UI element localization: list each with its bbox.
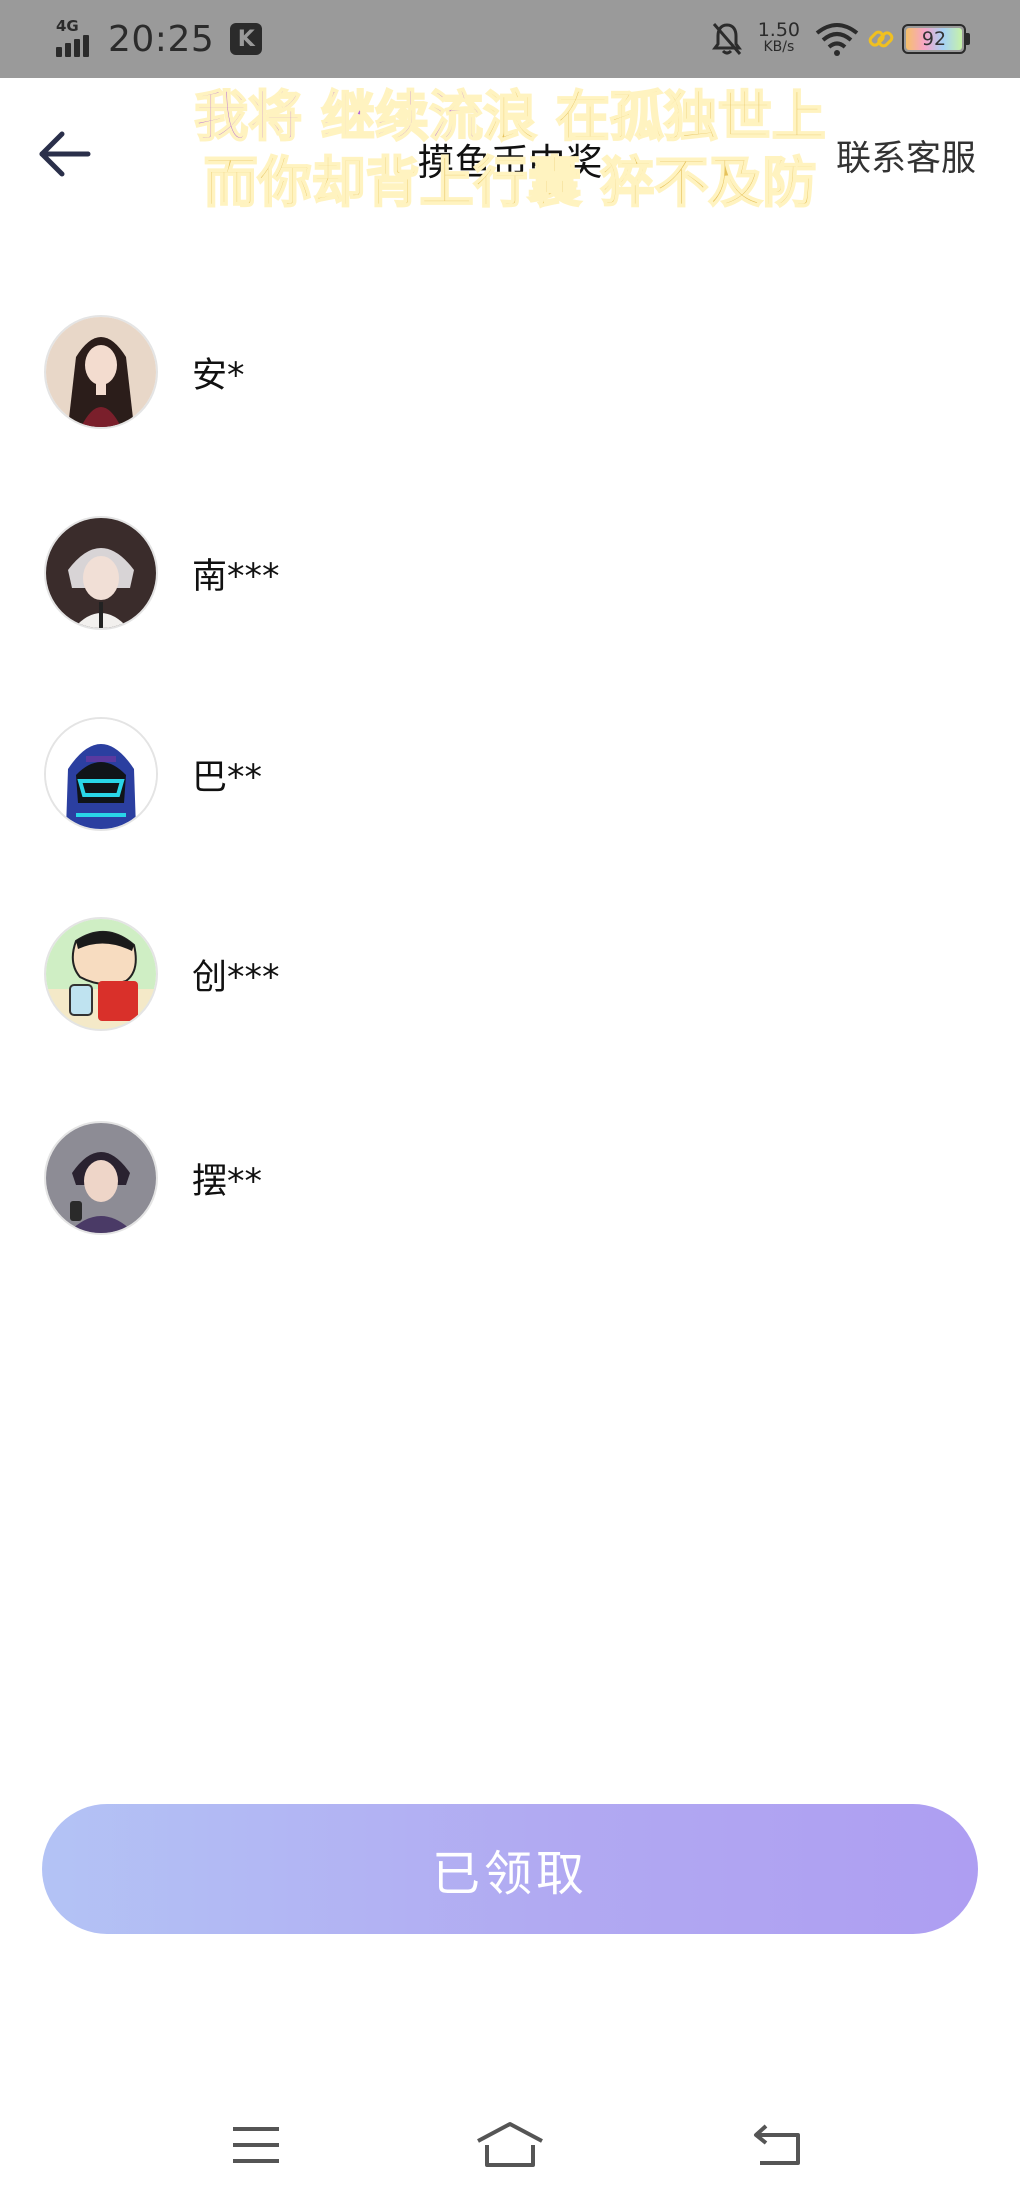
back-nav-button[interactable] — [738, 2110, 818, 2180]
clock: 20:25 — [108, 18, 215, 60]
home-button[interactable] — [470, 2110, 550, 2180]
status-left: 4G 20:25 K — [54, 18, 263, 60]
list-item: 巴** — [0, 709, 1020, 839]
network-speed: 1.50 KB/s — [757, 19, 800, 56]
mute-bell-icon — [711, 23, 742, 55]
battery-level: 92 — [906, 28, 962, 50]
status-right: 1.50 KB/s 92 — [710, 16, 970, 62]
winner-name: 南*** — [192, 556, 280, 597]
battery-icon: 92 — [902, 24, 970, 54]
status-bar: 4G 20:25 K 1.50 KB/s 92 — [0, 0, 1020, 78]
avatar-dark-hair-boy — [46, 1123, 156, 1233]
claimed-button[interactable]: 已领取 — [42, 1804, 978, 1934]
network-type: 4G — [56, 17, 79, 35]
winner-name: 安* — [192, 355, 245, 396]
list-item: 安* — [0, 307, 1020, 437]
winner-name: 摆** — [192, 1161, 263, 1202]
winner-name: 巴** — [192, 757, 263, 798]
cellular-signal-icon: 4G — [54, 19, 100, 59]
link-icon — [868, 30, 894, 48]
wifi-icon — [815, 23, 859, 56]
avatar-cartoon-kid — [46, 919, 156, 1029]
winner-name: 创*** — [192, 957, 280, 998]
list-item: 南*** — [0, 508, 1020, 638]
list-item: 摆** — [0, 1113, 1020, 1243]
menu-button[interactable] — [216, 2110, 296, 2180]
avatar-hooded-figure — [46, 719, 156, 829]
avatar — [44, 516, 158, 630]
avatar-girl — [46, 317, 156, 427]
avatar — [44, 917, 158, 1031]
avatar — [44, 315, 158, 429]
menu-icon — [233, 2127, 279, 2163]
avatar — [44, 717, 158, 831]
app-notification-icon: K — [230, 23, 263, 55]
home-icon — [477, 2122, 543, 2167]
system-nav-bar — [0, 2080, 1020, 2210]
list-item: 创*** — [0, 909, 1020, 1039]
back-nav-icon — [754, 2124, 800, 2165]
contact-support-button[interactable]: 联系客服 — [836, 130, 976, 181]
avatar-silver-hair-boy — [46, 518, 156, 628]
speed-unit: KB/s — [763, 39, 795, 55]
avatar — [44, 1121, 158, 1235]
speed-value: 1.50 — [757, 19, 800, 41]
